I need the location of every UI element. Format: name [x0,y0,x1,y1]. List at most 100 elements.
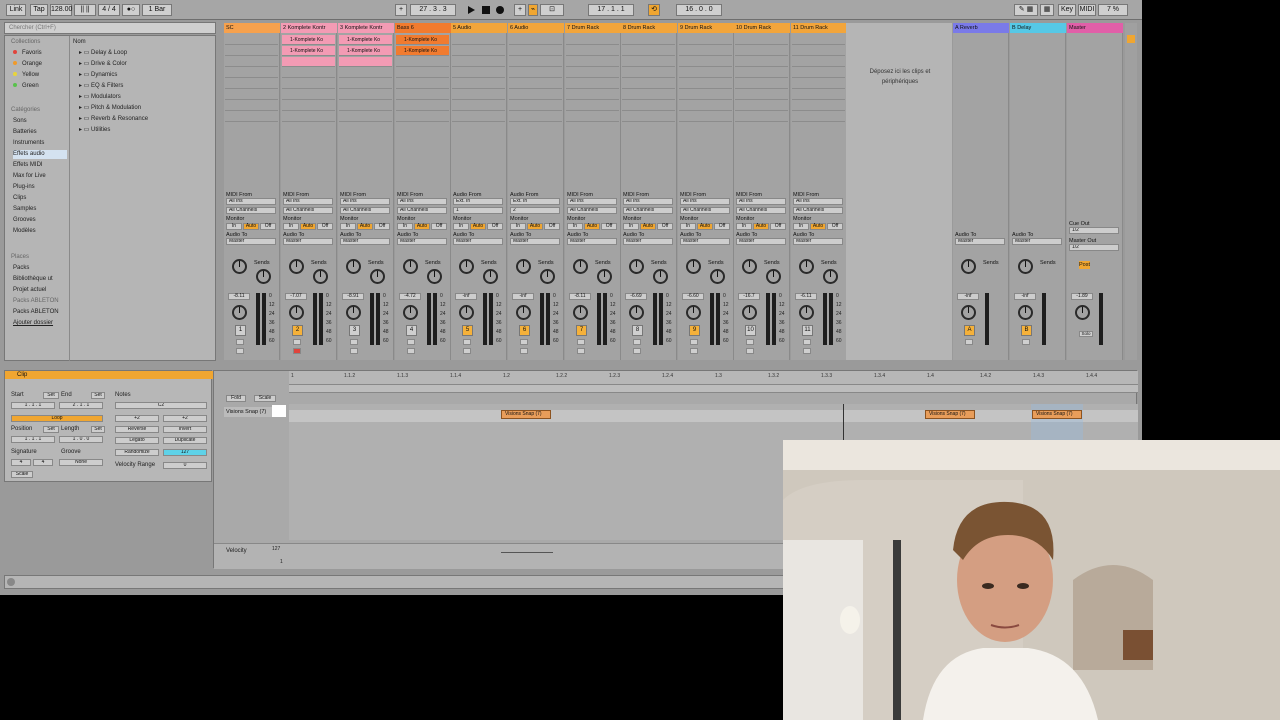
input-channel-select[interactable]: 1 [453,207,503,214]
clip-slot[interactable] [792,68,845,78]
monitor-auto-button[interactable]: Auto [414,223,430,230]
monitor-in-button[interactable]: In [567,223,583,230]
solo-button[interactable] [690,339,698,345]
send-a-knob[interactable] [346,259,361,274]
clip-slot[interactable] [509,79,562,89]
input-source-select[interactable]: All Ins [623,198,673,205]
clip-slot[interactable] [225,46,278,56]
place-user-library[interactable]: Bibliothèque ut [13,275,53,284]
volume-field[interactable]: -8.91 [342,293,364,300]
send-b-knob[interactable] [766,269,781,284]
clip-slot[interactable] [339,90,392,100]
output-select[interactable]: Master [623,238,673,245]
send-a-knob[interactable] [629,259,644,274]
track-activator-button[interactable]: 7 [576,325,587,336]
clip-slot[interactable] [339,68,392,78]
length-set-button[interactable]: Set [91,426,105,433]
midi-note[interactable]: Visions Snap (7) [501,410,551,419]
volume-field[interactable]: -6.60 [682,293,704,300]
volume-field[interactable]: -inf [512,293,534,300]
category-grooves[interactable]: Grooves [13,216,36,225]
monitor-off-button[interactable]: Off [260,223,276,230]
send-b-knob[interactable] [483,269,498,284]
browser-search-input[interactable]: Chercher (Ctrl+F) [4,22,216,34]
clip-slot[interactable] [735,68,788,78]
clip-slot[interactable] [396,112,449,122]
return-activator-button[interactable]: A [964,325,975,336]
collection-orange[interactable]: Orange [13,60,42,69]
clip-slot[interactable] [735,90,788,100]
return-track-title[interactable]: A Reverb [953,23,1009,33]
send-a-knob[interactable] [573,259,588,274]
clip-slot[interactable] [679,57,732,67]
clip-slot[interactable] [225,112,278,122]
tempo-field[interactable]: 128.00 [50,4,72,16]
clip-slot[interactable] [452,112,505,122]
clip-slot[interactable] [509,101,562,111]
send-a-knob[interactable] [742,259,757,274]
clip-slot[interactable] [452,35,505,45]
output-select[interactable]: Master [510,238,560,245]
monitor-off-button[interactable]: Off [827,223,843,230]
track-title[interactable]: SC [224,23,280,33]
input-channel-select[interactable]: All Channels [226,207,276,214]
legato-button[interactable]: Legato [115,437,159,444]
folder-drive-color[interactable]: ▸ ▭ Drive & Color [79,59,127,70]
clip-slot[interactable] [679,101,732,111]
clip-slot[interactable] [792,46,845,56]
clip-slot[interactable] [792,101,845,111]
clip-slot[interactable] [735,112,788,122]
clip-slot[interactable] [622,101,675,111]
monitor-auto-button[interactable]: Auto [584,223,600,230]
track-title[interactable]: Bass 6 [395,23,451,33]
track-activator-button[interactable]: 5 [462,325,473,336]
scale-button[interactable]: Scale [11,471,33,478]
track-activator-button[interactable]: 4 [406,325,417,336]
output-select[interactable]: Master [680,238,730,245]
clip-slot[interactable] [735,101,788,111]
computer-keyboard-button[interactable]: ▦ [1040,4,1054,16]
folder-delay-loop[interactable]: ▸ ▭ Delay & Loop [79,48,127,59]
octave-up-button[interactable]: +2 [163,415,207,422]
solo-button[interactable] [633,339,641,345]
track-title[interactable]: 3 Komplete Kontr [338,23,394,33]
output-select[interactable]: Master [340,238,390,245]
input-channel-select[interactable]: 2 [510,207,560,214]
invert-button[interactable]: Invert [163,426,207,433]
output-select[interactable]: Master [955,238,1005,245]
send-b-knob[interactable] [823,269,838,284]
arm-button[interactable] [633,348,641,354]
clip-slot[interactable] [735,35,788,45]
quantize-menu[interactable]: 1 Bar [142,4,172,16]
loop-button[interactable]: Loop [11,415,103,422]
clip-slot[interactable] [622,46,675,56]
clip-slot[interactable] [396,57,449,67]
piano-key[interactable] [272,405,286,417]
arm-button[interactable] [746,348,754,354]
clip-slot[interactable] [339,112,392,122]
note-pitch-field[interactable]: C2 [115,402,207,409]
clip-slot-filled[interactable]: 1-Komplete Ko [339,46,392,56]
input-source-select[interactable]: Ext. In [453,198,503,205]
play-button[interactable] [464,5,478,15]
clip-slot[interactable] [452,79,505,89]
clip-slot[interactable] [735,46,788,56]
clip-slot[interactable] [339,101,392,111]
send-b-knob[interactable] [597,269,612,284]
monitor-auto-button[interactable]: Auto [753,223,769,230]
input-source-select[interactable]: All Ins [226,198,276,205]
editor-ruler[interactable]: 1 1.1.2 1.1.3 1.1.4 1.2 1.2.2 1.2.3 1.2.4 1.3 1.3… [289,371,1138,385]
clip-slot[interactable] [622,57,675,67]
loop-length-field[interactable]: 16 . 0 . 0 [676,4,722,16]
track-activator-button[interactable]: 11 [802,325,813,336]
collection-yellow[interactable]: Yellow [13,71,39,80]
output-select[interactable]: Master [226,238,276,245]
solo-button[interactable] [407,339,415,345]
arm-button[interactable] [236,348,244,354]
send-b-knob[interactable] [710,269,725,284]
stop-button[interactable] [482,6,490,14]
category-max-for-live[interactable]: Max for Live [13,172,46,181]
place-packs-ableton-1[interactable]: Packs ABLETON [13,297,59,306]
clip-slot[interactable] [566,68,619,78]
clip-slot[interactable] [339,79,392,89]
